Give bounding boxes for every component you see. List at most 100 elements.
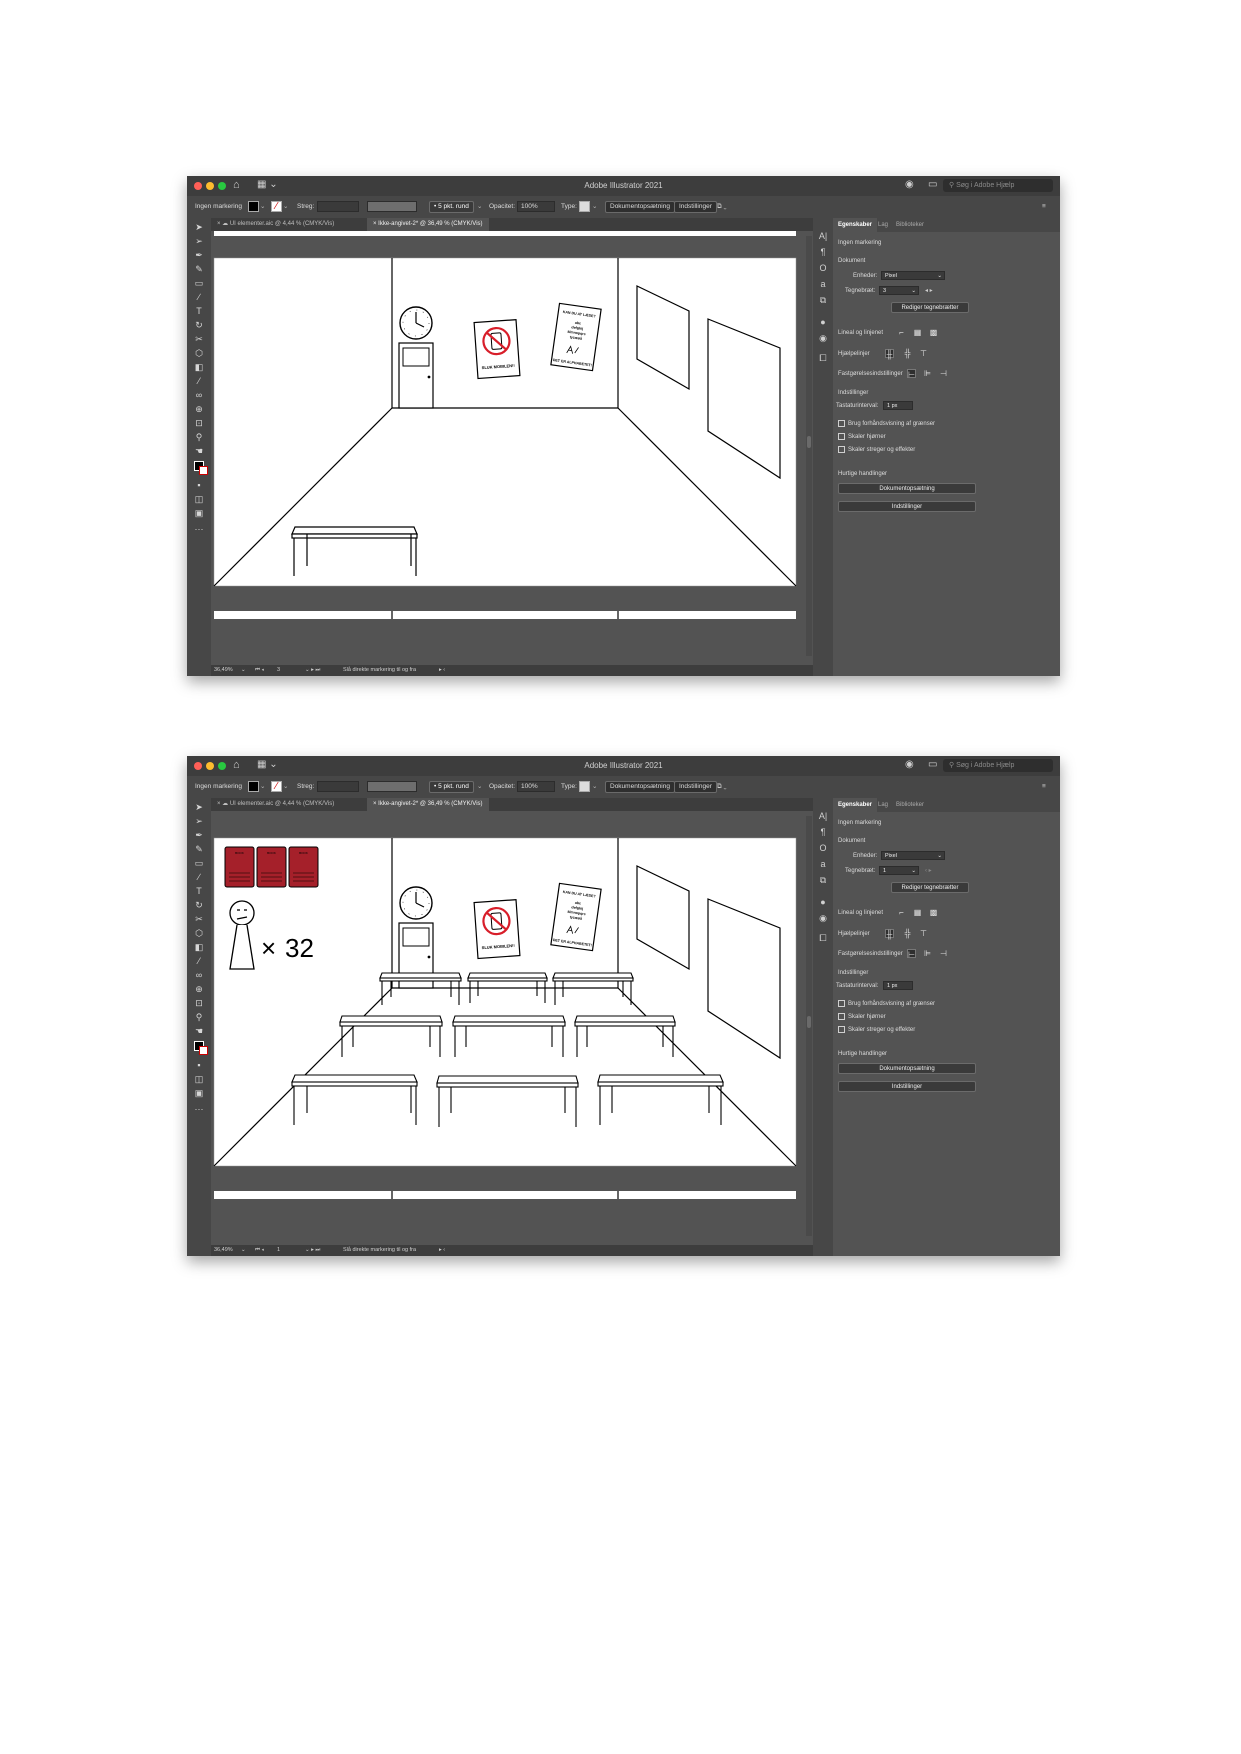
appearance-icon[interactable]: ◉ xyxy=(818,912,828,924)
shape-builder-icon[interactable]: ⬡ xyxy=(194,348,204,358)
fill-swatch[interactable] xyxy=(248,781,259,792)
next-artboard-icon[interactable]: ⌄ ▸ ⏭ xyxy=(305,667,320,674)
transform-icon[interactable]: ⧠ xyxy=(818,932,828,944)
shape-builder-icon[interactable]: ⬡ xyxy=(194,928,204,938)
chevron-down-icon[interactable]: ⌄ xyxy=(477,201,482,212)
first-artboard-icon[interactable]: ⏮ ◂ xyxy=(255,667,264,674)
user-icon[interactable]: ◉ xyxy=(905,759,914,770)
preferences-button[interactable]: Indstillinger xyxy=(674,781,717,793)
snap-point-icon[interactable]: ⊢ xyxy=(907,949,916,959)
stroke-swatch[interactable]: ⁄ xyxy=(271,781,282,792)
document-setup-button[interactable]: Dokumentopsætning xyxy=(838,483,976,494)
first-artboard-icon[interactable]: ⏮ ◂ xyxy=(255,1247,264,1254)
symbol-sprayer-icon[interactable]: ⊕ xyxy=(194,404,204,414)
pen-tool-icon[interactable]: ✒ xyxy=(194,250,204,260)
stroke-color-icon[interactable] xyxy=(199,1046,208,1055)
transform-icon[interactable]: ⧠ xyxy=(818,352,828,364)
artboard-nav-icon[interactable]: ‹ ▸ xyxy=(925,867,932,874)
document-setup-button[interactable]: Dokumentopsætning xyxy=(838,1063,976,1074)
canvas[interactable]: BOOK BOOK BOOK × 32 SLUK MOBILEN!! KAN D… xyxy=(211,811,813,1245)
grid-icon[interactable]: ▦ xyxy=(913,328,922,337)
color-mode-icon[interactable]: ▪ xyxy=(194,1060,204,1070)
help-search-input[interactable]: ⚲ Søg i Adobe Hjælp xyxy=(943,759,1053,772)
zoom-tool-icon[interactable]: ⚲ xyxy=(194,1012,204,1022)
scale-strokes-checkbox[interactable]: Skaler streger og effekter xyxy=(838,1026,915,1033)
scale-corners-checkbox[interactable]: Skaler hjørner xyxy=(838,1013,886,1020)
snap-pixel-icon[interactable]: ⊣ xyxy=(939,949,948,958)
lock-guides-icon[interactable]: ╬ xyxy=(903,349,912,358)
artboard-tool-icon[interactable]: ⊡ xyxy=(194,998,204,1008)
artboard-select[interactable]: 1 ⌄ xyxy=(879,866,919,875)
show-guides-icon[interactable]: ╫ xyxy=(885,929,894,939)
stroke-weight-input[interactable] xyxy=(317,201,359,212)
color-mode-icon[interactable]: ▪ xyxy=(194,480,204,490)
scale-corners-checkbox[interactable]: Skaler hjørner xyxy=(838,433,886,440)
chevron-down-icon[interactable]: ⌄ xyxy=(260,201,265,212)
graphic-style-swatch[interactable] xyxy=(579,201,590,212)
canvas[interactable]: SLUK MOBILEN!! KAN DU AT LÆSE? abc defgh… xyxy=(211,231,813,665)
artboard-number-input[interactable]: 1 xyxy=(277,1247,280,1253)
menu-icon[interactable]: ≡ xyxy=(1042,781,1046,792)
chevron-down-icon[interactable]: ⌄ xyxy=(592,781,597,792)
preferences-button[interactable]: Indstillinger xyxy=(838,1081,976,1092)
tab-properties[interactable]: Egenskaber xyxy=(833,218,878,232)
type-tool-icon[interactable]: T xyxy=(194,306,204,316)
draw-mode-icon[interactable]: ◫ xyxy=(194,494,204,504)
tab-libraries[interactable]: Biblioteker xyxy=(891,218,929,232)
rotate-tool-icon[interactable]: ↻ xyxy=(194,900,204,910)
chevron-down-icon[interactable]: ⌄ xyxy=(283,781,288,792)
zoom-level[interactable]: 36,49% xyxy=(214,667,233,673)
edit-artboards-button[interactable]: Rediger tegnebrætter xyxy=(891,302,969,313)
blend-tool-icon[interactable]: ∞ xyxy=(194,390,204,400)
more-tools-icon[interactable]: ··· xyxy=(194,1104,204,1114)
pen-tool-icon[interactable]: ✒ xyxy=(194,830,204,840)
graphic-style-swatch[interactable] xyxy=(579,781,590,792)
more-tools-icon[interactable]: ··· xyxy=(194,524,204,534)
snap-grid-icon[interactable]: ⊫ xyxy=(923,949,932,958)
ruler-icon[interactable]: ⌐ xyxy=(897,328,906,337)
rectangle-tool-icon[interactable]: ▭ xyxy=(194,858,204,868)
scissors-tool-icon[interactable]: ✂ xyxy=(194,914,204,924)
glyphs-icon[interactable]: a xyxy=(818,858,828,870)
eyedropper-tool-icon[interactable]: ⁄ xyxy=(194,956,204,966)
preferences-button[interactable]: Indstillinger xyxy=(674,201,717,213)
ruler-icon[interactable]: ⌐ xyxy=(897,908,906,917)
tab-layers[interactable]: Lag xyxy=(873,798,893,812)
lock-guides-icon[interactable]: ╬ xyxy=(903,929,912,938)
tab-ui-elements[interactable]: × ☁ UI elementer.aic @ 4,44 % (CMYK/Vis) xyxy=(211,218,340,231)
document-setup-button[interactable]: Dokumentopsætning xyxy=(605,781,675,793)
units-select[interactable]: Pixel ⌄ xyxy=(881,271,945,280)
rotate-tool-icon[interactable]: ↻ xyxy=(194,320,204,330)
character-icon[interactable]: A| xyxy=(818,230,828,242)
opacity-label[interactable]: Opacitet: xyxy=(489,201,515,212)
artboard-tool-icon[interactable]: ⊡ xyxy=(194,418,204,428)
scale-strokes-checkbox[interactable]: Skaler streger og effekter xyxy=(838,446,915,453)
rectangle-tool-icon[interactable]: ▭ xyxy=(194,278,204,288)
chevron-down-icon[interactable]: ⌄ xyxy=(241,667,246,673)
snap-grid-icon[interactable]: ⊫ xyxy=(923,369,932,378)
brush-definition-dropdown[interactable]: • 5 pkt. rund xyxy=(429,201,474,213)
arrange-icon[interactable]: ⧉ ⌄ xyxy=(717,201,727,212)
opentype-icon[interactable]: O xyxy=(818,262,828,274)
hand-tool-icon[interactable]: ☚ xyxy=(194,1026,204,1036)
character-icon[interactable]: A| xyxy=(818,810,828,822)
tab-untitled-2[interactable]: × Ikke-angivet-2* @ 36,49 % (CMYK/Vis) xyxy=(367,218,489,231)
selection-tool-icon[interactable]: ➤ xyxy=(194,222,204,232)
symbol-sprayer-icon[interactable]: ⊕ xyxy=(194,984,204,994)
smart-guides-icon[interactable]: ⊤ xyxy=(919,929,928,938)
paragraph-icon[interactable]: ¶ xyxy=(818,826,828,838)
fill-swatch[interactable] xyxy=(248,201,259,212)
arrange-panels-icon[interactable]: ▭ xyxy=(928,759,937,770)
snap-pixel-icon[interactable]: ⊣ xyxy=(939,369,948,378)
keyboard-increment-input[interactable]: 1 px xyxy=(883,401,913,410)
chevron-down-icon[interactable]: ⌄ xyxy=(592,201,597,212)
grid-icon[interactable]: ▦ xyxy=(913,908,922,917)
paintbrush-tool-icon[interactable]: ∕ xyxy=(194,872,204,882)
preferences-button[interactable]: Indstillinger xyxy=(838,501,976,512)
transparency-grid-icon[interactable]: ▩ xyxy=(929,908,938,917)
curvature-tool-icon[interactable]: ✎ xyxy=(194,264,204,274)
curvature-tool-icon[interactable]: ✎ xyxy=(194,844,204,854)
artboard-select[interactable]: 3 ⌄ xyxy=(879,286,919,295)
chevron-down-icon[interactable]: ⌄ xyxy=(241,1247,246,1253)
arrange-panels-icon[interactable]: ▭ xyxy=(928,179,937,190)
